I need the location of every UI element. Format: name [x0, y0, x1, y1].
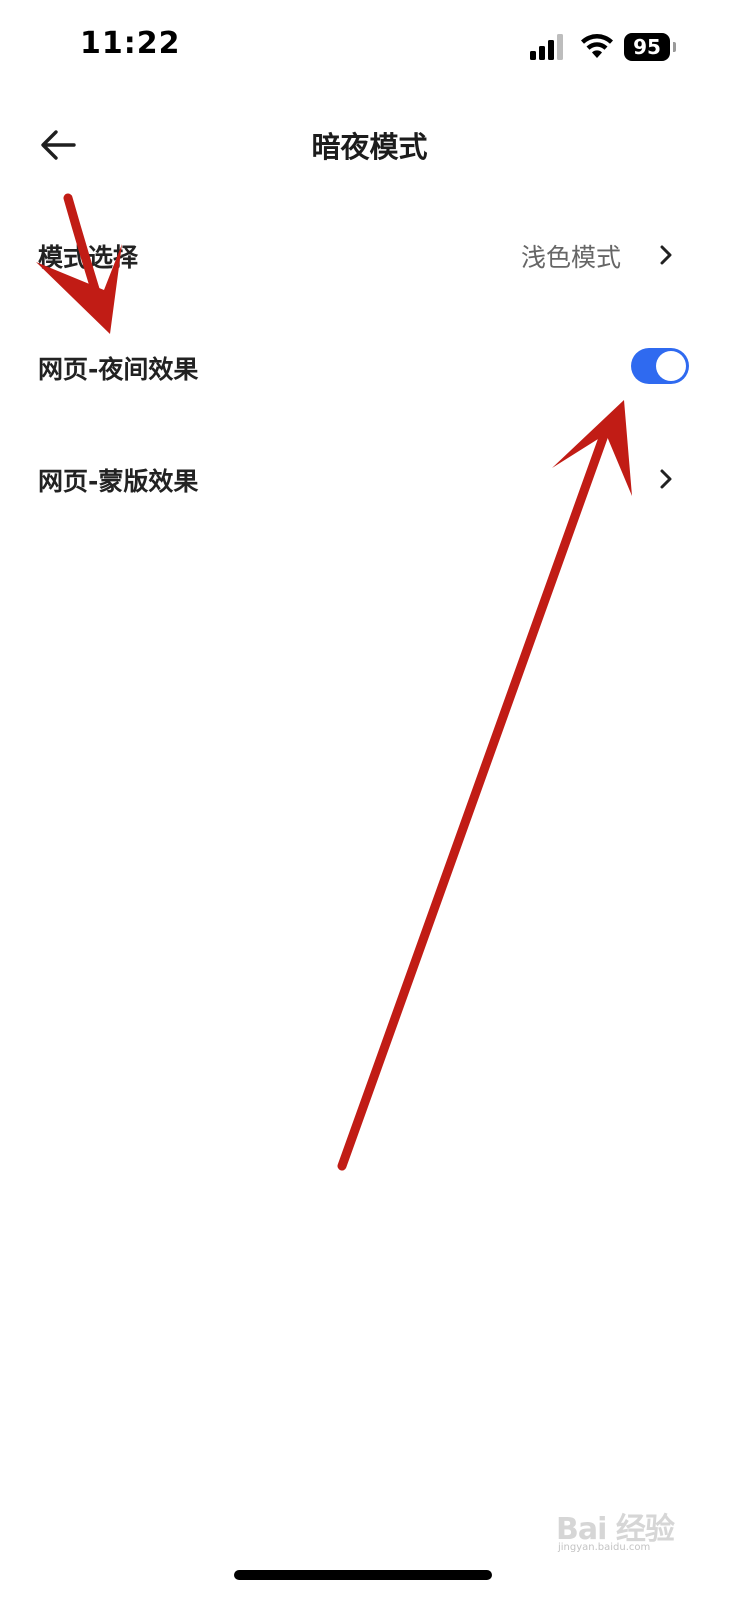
setting-label: 网页-蒙版效果	[38, 467, 199, 496]
page-title: 暗夜模式	[311, 130, 428, 164]
cellular-signal-icon	[530, 34, 563, 60]
baidu-jingyan-watermark: Bai 经验 jingyan.baidu.com	[556, 1502, 706, 1562]
setting-row-web-night-effect: 网页-夜间效果	[0, 312, 739, 424]
watermark-url: jingyan.baidu.com	[558, 1542, 651, 1553]
toggle-knob	[656, 351, 686, 381]
settings-list: 模式选择 浅色模式 网页-夜间效果 网页-蒙版效果	[0, 200, 739, 536]
battery-cap	[673, 42, 676, 52]
setting-row-web-mask-effect[interactable]: 网页-蒙版效果	[0, 424, 739, 536]
setting-label: 模式选择	[38, 243, 139, 272]
wifi-icon	[581, 34, 613, 58]
status-time: 11:22	[80, 26, 181, 61]
night-effect-toggle[interactable]	[631, 348, 689, 384]
chevron-right-icon	[660, 469, 672, 489]
setting-label: 网页-夜间效果	[38, 355, 199, 384]
battery-indicator: 95	[624, 33, 676, 61]
page-header: 暗夜模式	[0, 100, 739, 190]
chevron-right-icon	[660, 245, 672, 265]
status-bar: 11:22 95	[0, 0, 739, 96]
setting-value: 浅色模式	[520, 243, 621, 272]
home-indicator[interactable]	[234, 1570, 492, 1580]
setting-row-mode-select[interactable]: 模式选择 浅色模式	[0, 200, 739, 312]
battery-level: 95	[624, 33, 670, 61]
